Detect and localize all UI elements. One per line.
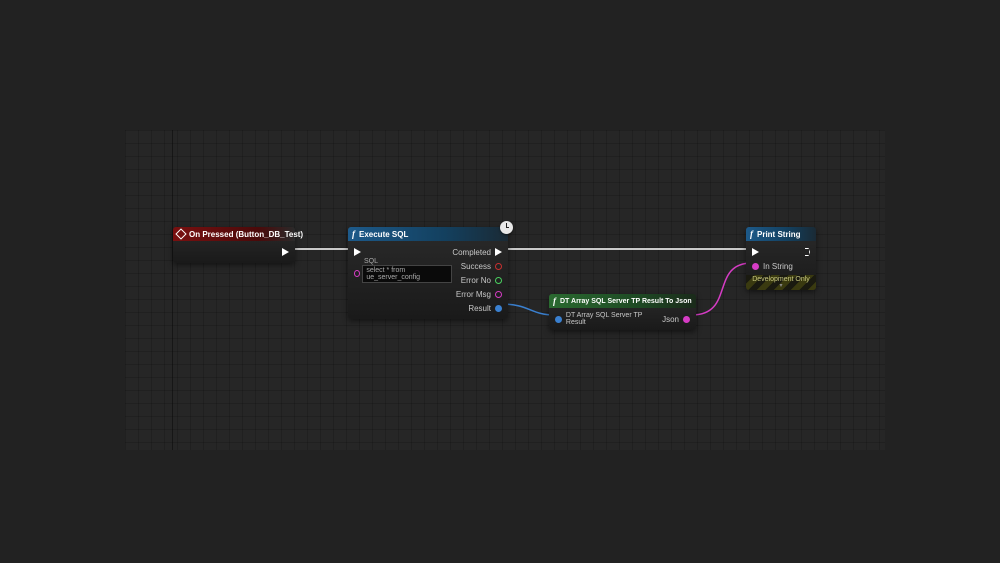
exec-pin-out[interactable] [805,248,810,256]
pin-error-no[interactable] [495,277,502,284]
function-icon: f [750,229,753,239]
pin-success[interactable] [495,263,502,270]
pin-label-array-in: DT Array SQL Server TP Result [566,312,662,326]
pin-array-in[interactable] [555,316,562,323]
pin-result[interactable] [495,305,502,312]
node-title: Execute SQL [359,230,408,239]
pin-in-string[interactable] [752,263,759,270]
exec-pin-in[interactable] [752,248,759,256]
node-header[interactable]: f Print String [746,227,816,241]
function-icon: f [352,229,355,239]
exec-pin-in[interactable] [354,248,361,256]
node-title: Print String [757,230,801,239]
grid-gutter [172,130,173,450]
pin-label-errorno: Error No [461,276,491,285]
pin-label-result: Result [468,304,491,313]
pin-label-instring: In String [763,262,793,271]
event-icon [175,228,186,239]
pin-label-errormsg: Error Msg [456,290,491,299]
pin-sql-in[interactable] [354,270,360,277]
exec-pin-out[interactable] [282,248,289,256]
pin-label-completed: Completed [452,248,491,257]
development-only-badge[interactable]: Development Only [746,275,816,290]
pin-label-sql: SQL [364,258,452,265]
pin-label-json: Json [662,315,679,324]
node-header[interactable]: f Execute SQL [348,227,508,241]
pin-error-msg[interactable] [495,291,502,298]
pin-label-success: Success [461,262,491,271]
pin-json-out[interactable] [683,316,690,323]
node-title: On Pressed (Button_DB_Test) [189,230,303,239]
node-print-string[interactable]: f Print String In String Development Onl… [746,227,816,290]
function-icon: f [553,296,556,306]
node-title: DT Array SQL Server TP Result To Json [560,298,692,305]
node-execute-sql[interactable]: f Execute SQL SQL select * from ue_serve… [348,227,508,319]
latent-clock-icon [500,221,513,234]
node-header[interactable]: On Pressed (Button_DB_Test) [173,227,295,241]
sql-input-field[interactable]: select * from ue_server_config [362,265,452,283]
node-header[interactable]: f DT Array SQL Server TP Result To Json [549,294,696,308]
node-on-pressed[interactable]: On Pressed (Button_DB_Test) [173,227,295,263]
exec-pin-completed[interactable] [495,248,502,256]
node-array-to-json[interactable]: f DT Array SQL Server TP Result To Json … [549,294,696,330]
